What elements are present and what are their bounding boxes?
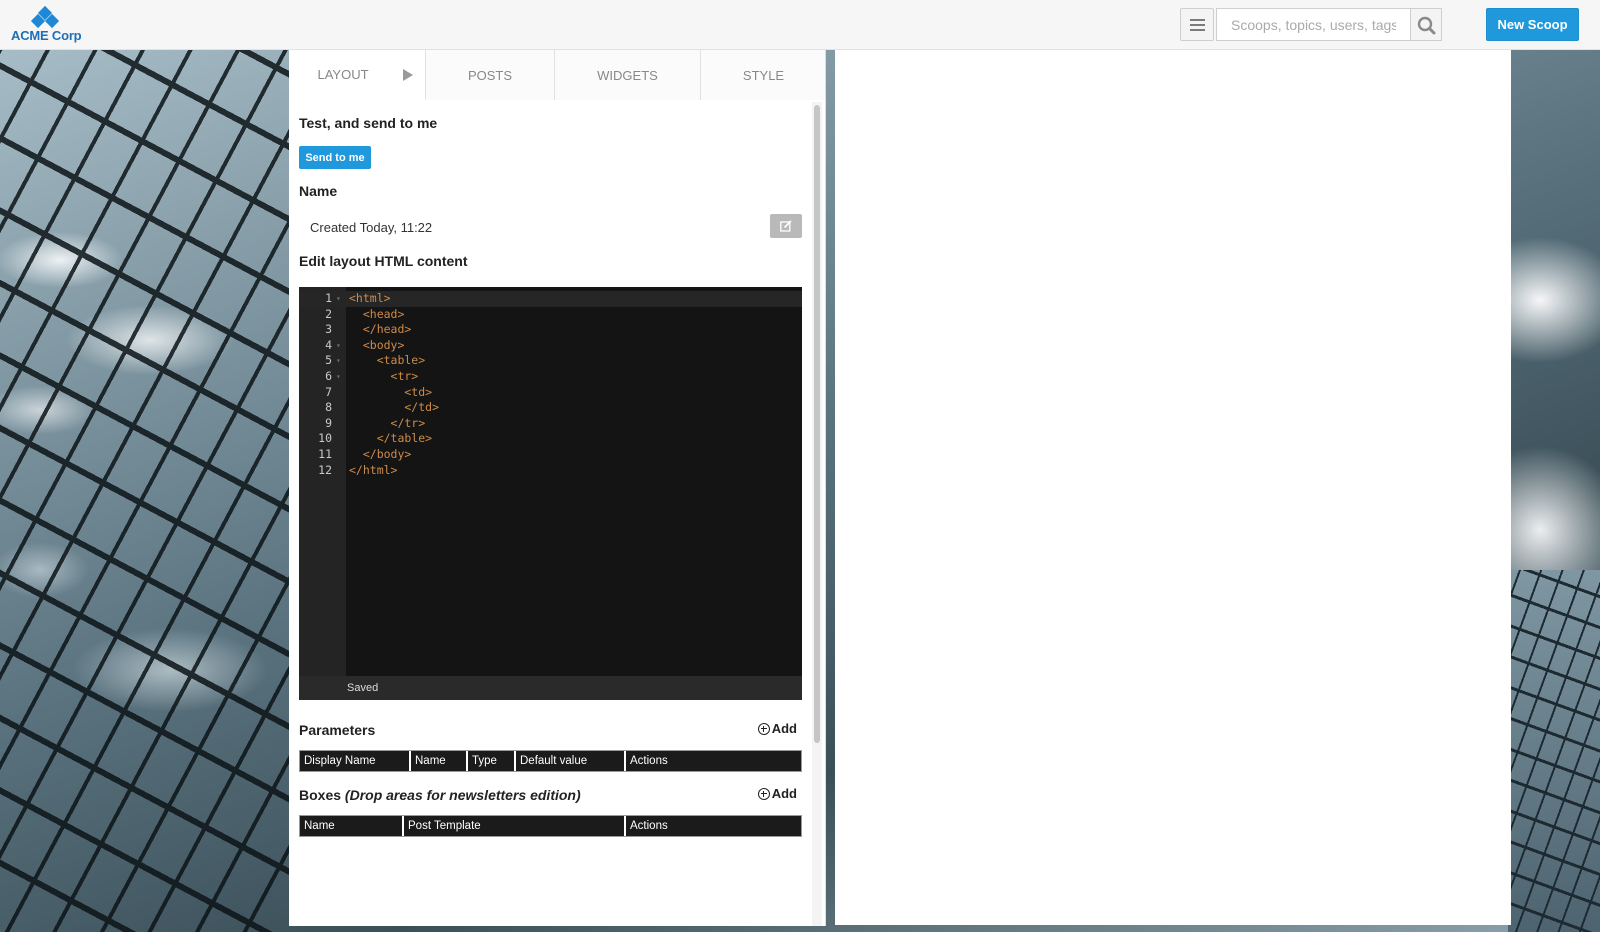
edit-name-button[interactable]	[770, 214, 802, 238]
boxes-section-title: Boxes (Drop areas for newsletters editio…	[299, 787, 581, 803]
line-number: 3	[325, 322, 332, 337]
code-line[interactable]: 7 <td>	[299, 385, 802, 401]
code-line[interactable]: 10 </table>	[299, 431, 802, 447]
code-text: </table>	[349, 431, 433, 446]
add-circle-icon	[757, 787, 770, 800]
code-text: </head>	[349, 322, 412, 337]
code-line[interactable]: 6 ▾ <tr>	[299, 369, 802, 385]
column-header: Display Name	[300, 751, 411, 771]
editor-status-text: Saved	[347, 682, 379, 694]
code-text: <tr>	[349, 369, 419, 383]
fold-toggle-icon[interactable]: ▾	[336, 291, 341, 307]
tab-style[interactable]: STYLE	[701, 50, 825, 100]
line-number: 8	[325, 400, 332, 415]
editor-section-title: Edit layout HTML content	[299, 253, 468, 269]
layout-preview-area	[835, 50, 1511, 925]
boxes-subtitle: (Drop areas for newsletters edition)	[344, 787, 581, 803]
layout-name-value: Created Today, 11:22	[310, 220, 433, 235]
code-text: </body>	[349, 447, 412, 461]
column-header: Name	[300, 816, 404, 836]
name-row: Created Today, 11:22	[299, 213, 802, 243]
tab-widgets[interactable]: WIDGETS	[555, 50, 701, 100]
column-header: Type	[468, 751, 516, 771]
line-number: 9	[325, 415, 332, 430]
add-box-button[interactable]: Add	[757, 786, 797, 801]
top-header: ACME Corp New Scoop	[0, 0, 1600, 50]
line-number: 12	[318, 462, 332, 477]
add-parameter-label: Add	[771, 721, 797, 736]
code-text: <td>	[349, 384, 433, 399]
add-parameter-button[interactable]: Add	[757, 721, 797, 736]
tab-layout-label: LAYOUT	[317, 67, 369, 82]
fold-toggle-icon[interactable]: ▾	[336, 338, 341, 354]
logo-diamonds-icon	[30, 5, 60, 29]
boxes-title: Boxes	[299, 787, 342, 803]
column-header: Post Template	[404, 816, 626, 836]
play-arrow-icon	[403, 69, 413, 81]
add-circle-icon	[757, 722, 770, 735]
pencil-square-icon	[780, 220, 792, 232]
code-text: <body>	[349, 337, 405, 352]
magnifier-icon	[1417, 16, 1436, 35]
add-box-label: Add	[771, 786, 797, 801]
fold-toggle-icon[interactable]: ▾	[336, 353, 341, 369]
code-text: </html>	[349, 462, 398, 477]
new-scoop-button[interactable]: New Scoop	[1486, 8, 1579, 41]
code-text: </tr>	[349, 415, 426, 430]
logo-text: ACME Corp	[11, 28, 82, 43]
line-number: 10	[318, 431, 332, 446]
code-text: <table>	[349, 353, 426, 368]
code-line[interactable]: 3 </head>	[299, 322, 802, 338]
menu-button[interactable]	[1180, 8, 1214, 41]
line-number: 4	[325, 337, 332, 352]
tab-posts-label: POSTS	[467, 67, 513, 83]
code-text: <head>	[349, 306, 405, 321]
send-to-me-button[interactable]: Send to me	[299, 146, 371, 169]
line-number: 6	[325, 369, 332, 383]
editor-status-bar: Saved	[299, 676, 802, 700]
column-header: Actions	[626, 816, 801, 836]
acme-logo[interactable]: ACME Corp	[10, 5, 82, 44]
code-line[interactable]: 12 </html>	[299, 463, 802, 479]
layout-editor-panel: LAYOUT POSTS WIDGETS STYLE Test, and sen…	[289, 50, 826, 926]
line-number: 11	[318, 447, 332, 461]
code-line[interactable]: 5 ▾ <table>	[299, 353, 802, 369]
code-text: </td>	[349, 400, 440, 415]
html-code-editor[interactable]: 1 ▾ <html> 2 <head> 3 </head> 4 ▾ <body> 5 ▾ <ta…	[299, 287, 802, 700]
line-number: 1	[325, 291, 332, 305]
tab-posts[interactable]: POSTS	[426, 50, 555, 100]
boxes-table-header: Name Post Template Actions	[299, 815, 802, 837]
name-section-title: Name	[299, 183, 338, 199]
code-line[interactable]: 8 </td>	[299, 400, 802, 416]
tab-widgets-label: WIDGETS	[597, 67, 658, 83]
line-number: 2	[325, 306, 332, 321]
search-input[interactable]	[1216, 8, 1411, 41]
parameters-table-header: Display Name Name Type Default value Act…	[299, 750, 802, 772]
line-number: 7	[325, 384, 332, 399]
test-section-title: Test, and send to me	[299, 115, 438, 131]
tab-layout[interactable]: LAYOUT	[289, 50, 426, 100]
code-line[interactable]: 9 </tr>	[299, 416, 802, 432]
search-button[interactable]	[1410, 8, 1442, 41]
column-header: Name	[411, 751, 468, 771]
editor-tabs: LAYOUT POSTS WIDGETS STYLE	[289, 50, 825, 100]
code-line[interactable]: 4 ▾ <body>	[299, 338, 802, 354]
code-text: <html>	[349, 291, 391, 305]
tab-style-label: STYLE	[742, 67, 785, 83]
column-header: Default value	[516, 751, 626, 771]
line-number: 5	[325, 353, 332, 368]
parameters-section-title: Parameters	[299, 722, 376, 738]
code-line[interactable]: 2 <head>	[299, 307, 802, 323]
panel-scrollbar-thumb[interactable]	[814, 105, 820, 743]
code-line[interactable]: 11 </body>	[299, 447, 802, 463]
code-line[interactable]: 1 ▾ <html>	[299, 291, 802, 307]
fold-toggle-icon[interactable]: ▾	[336, 369, 341, 385]
column-header: Actions	[626, 751, 801, 771]
